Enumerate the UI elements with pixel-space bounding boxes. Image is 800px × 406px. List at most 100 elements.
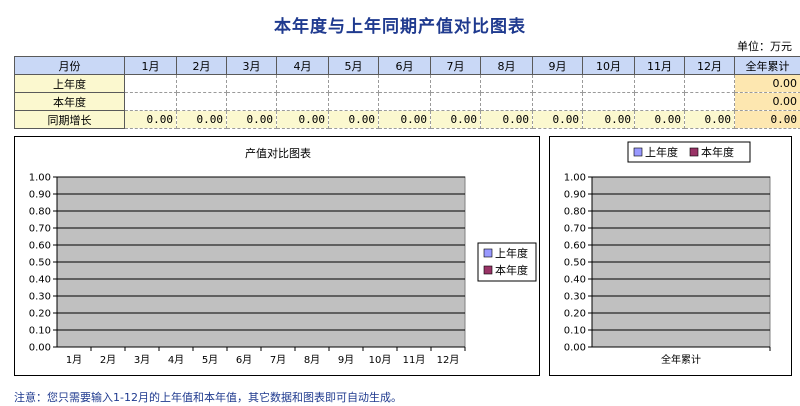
- x-tick-label: 5月: [202, 354, 218, 366]
- y-tick-label: 0.30: [564, 292, 586, 303]
- header-cell: 7月: [430, 56, 481, 75]
- input-cell[interactable]: [430, 74, 481, 93]
- footer-note: 注意：您只需要输入1-12月的上年值和本年值，其它数据和图表即可自动生成。: [14, 391, 402, 404]
- input-cell[interactable]: [532, 74, 583, 93]
- legend-label: 上年度: [645, 145, 678, 159]
- input-cell[interactable]: [176, 74, 227, 93]
- growth-cell[interactable]: 0.00: [480, 110, 533, 129]
- header-cell: 3月: [226, 56, 277, 75]
- legend-swatch: [633, 147, 643, 157]
- x-tick-label: 3月: [134, 354, 150, 366]
- growth-cell[interactable]: 0.00: [582, 110, 635, 129]
- growth-cell[interactable]: 0.00: [378, 110, 431, 129]
- y-tick-label: 0.90: [29, 190, 51, 201]
- y-tick-label: 1.00: [29, 173, 51, 184]
- growth-cell[interactable]: 0.00: [276, 110, 329, 129]
- monthly-chart-panel[interactable]: 产值对比图表 1.00 0.90 0.80 0.70 0.60 0.50 0.40 0.30 0.…: [14, 136, 540, 376]
- input-cell[interactable]: [684, 74, 735, 93]
- y-tick-label: 0.80: [29, 207, 51, 218]
- input-cell[interactable]: [582, 74, 635, 93]
- legend-label: 本年度: [701, 145, 734, 159]
- x-tick-label: 2月: [100, 354, 116, 366]
- growth-cell[interactable]: 0.00: [226, 110, 277, 129]
- header-cell: 月份: [14, 56, 125, 75]
- y-tick-label: 0.20: [29, 309, 51, 320]
- y-tick-label: 0.90: [564, 190, 586, 201]
- growth-cell[interactable]: 0.00: [532, 110, 583, 129]
- growth-cell[interactable]: 0.00: [124, 110, 177, 129]
- input-cell[interactable]: [532, 92, 583, 111]
- header-cell: 5月: [328, 56, 379, 75]
- input-cell[interactable]: [430, 92, 481, 111]
- y-tick-label: 0.50: [564, 258, 586, 269]
- chart-title: 产值对比图表: [245, 146, 311, 160]
- input-cell[interactable]: [634, 92, 685, 111]
- growth-cell[interactable]: 0.00: [430, 110, 481, 129]
- x-tick-label: 全年累计: [661, 353, 701, 366]
- input-cell[interactable]: [684, 92, 735, 111]
- y-tick-label: 1.00: [564, 173, 586, 184]
- y-tick-label: 0.50: [29, 258, 51, 269]
- input-cell[interactable]: [328, 74, 379, 93]
- input-cell[interactable]: [378, 92, 431, 111]
- x-tick-label: 11月: [403, 354, 426, 366]
- input-cell[interactable]: [276, 74, 329, 93]
- input-cell[interactable]: [582, 92, 635, 111]
- header-cell: 4月: [276, 56, 329, 75]
- header-cell: 11月: [634, 56, 685, 75]
- x-tick-label: 7月: [270, 354, 286, 366]
- input-cell[interactable]: [634, 74, 685, 93]
- row-label: 上年度: [14, 74, 125, 93]
- x-tick-label: 6月: [236, 354, 252, 366]
- input-cell[interactable]: [124, 92, 177, 111]
- growth-cell[interactable]: 0.00: [634, 110, 685, 129]
- y-tick-label: 0.70: [564, 224, 586, 235]
- header-cell: 9月: [532, 56, 583, 75]
- row-label: 同期增长: [14, 110, 125, 129]
- growth-cell[interactable]: 0.00: [684, 110, 735, 129]
- header-cell: 8月: [480, 56, 533, 75]
- header-cell: 6月: [378, 56, 431, 75]
- y-tick-label: 0.10: [564, 326, 586, 337]
- annual-chart-panel[interactable]: 1.00 0.90 0.80 0.70 0.60 0.50 0.40 0.30 0.20 0.10…: [549, 136, 792, 376]
- annual-chart: 1.00 0.90 0.80 0.70 0.60 0.50 0.40 0.30 0.20 0.10…: [564, 141, 771, 366]
- header-cell: 2月: [176, 56, 227, 75]
- legend-swatch: [483, 248, 493, 258]
- unit-label: 单位：万元: [737, 40, 792, 53]
- y-tick-label: 0.40: [29, 275, 51, 286]
- legend-swatch: [689, 147, 699, 157]
- x-tick-label: 10月: [369, 354, 392, 366]
- input-cell[interactable]: [480, 74, 533, 93]
- input-cell[interactable]: [328, 92, 379, 111]
- y-tick-label: 0.30: [29, 292, 51, 303]
- page-title: 本年度与上年同期产值对比图表: [274, 17, 526, 37]
- data-table: 月份 1月 2月 3月 4月 5月 6月 7月 8月 9月 10月 11月 12…: [14, 56, 800, 129]
- input-cell[interactable]: [124, 74, 177, 93]
- input-cell[interactable]: [480, 92, 533, 111]
- growth-cell[interactable]: 0.00: [176, 110, 227, 129]
- input-cell[interactable]: [276, 92, 329, 111]
- total-cell[interactable]: 0.00: [734, 92, 800, 111]
- input-cell[interactable]: [378, 74, 431, 93]
- row-label: 本年度: [14, 92, 125, 111]
- legend-label: 上年度: [495, 246, 528, 260]
- y-tick-label: 0.80: [564, 207, 586, 218]
- input-cell[interactable]: [226, 74, 277, 93]
- monthly-chart: 产值对比图表 1.00 0.90 0.80 0.70 0.60 0.50 0.40 0.30 0.…: [29, 146, 537, 366]
- x-tick-label: 8月: [304, 354, 320, 366]
- y-tick-label: 0.60: [564, 241, 586, 252]
- y-tick-label: 0.00: [564, 343, 586, 354]
- header-cell: 全年累计: [734, 56, 800, 75]
- total-cell[interactable]: 0.00: [734, 110, 800, 129]
- y-tick-label: 0.60: [29, 241, 51, 252]
- input-cell[interactable]: [176, 92, 227, 111]
- table-row-last-year: 上年度 0.00: [14, 74, 800, 93]
- total-cell[interactable]: 0.00: [734, 74, 800, 93]
- header-cell: 12月: [684, 56, 735, 75]
- x-tick-label: 9月: [338, 354, 354, 366]
- x-tick-label: 12月: [437, 354, 460, 366]
- input-cell[interactable]: [226, 92, 277, 111]
- growth-cell[interactable]: 0.00: [328, 110, 379, 129]
- table-row-growth: 同期增长 0.00 0.00 0.00 0.00 0.00 0.00 0.00 …: [14, 110, 800, 129]
- table-row-this-year: 本年度 0.00: [14, 92, 800, 111]
